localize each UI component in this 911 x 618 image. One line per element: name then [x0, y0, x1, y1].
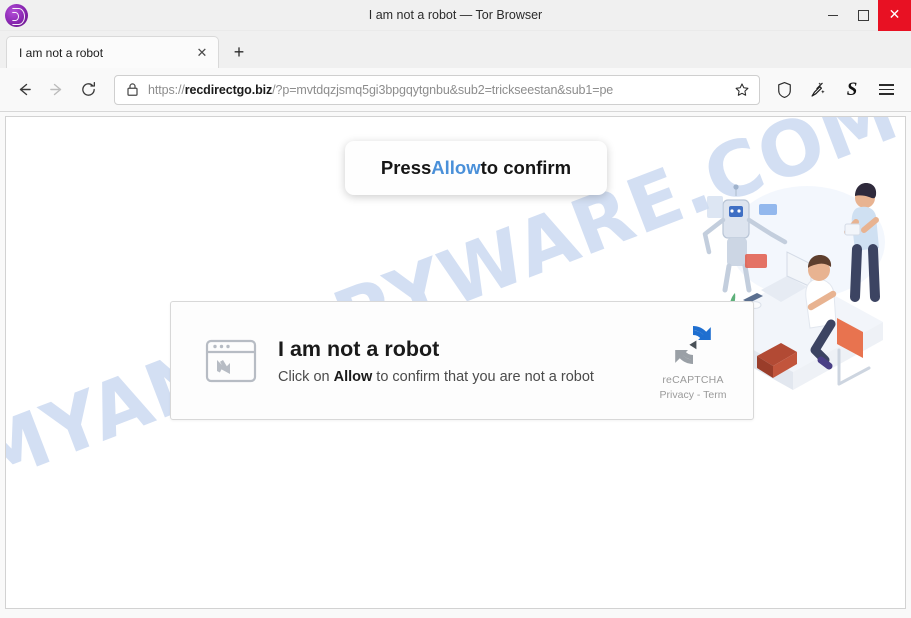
url-prefix: https://	[148, 83, 185, 97]
recaptcha-branding: reCAPTCHA Privacy - Term	[643, 320, 743, 401]
maximize-button[interactable]	[848, 0, 878, 31]
fake-captcha-card[interactable]: I am not a robot Click on Allow to confi…	[170, 301, 754, 420]
url-text: https://recdirectgo.biz/?p=mvtdqzjsmq5gi…	[148, 83, 729, 97]
hamburger-menu-icon[interactable]	[869, 75, 903, 105]
back-arrow-icon[interactable]	[8, 75, 40, 105]
banner-prefix: Press	[381, 157, 431, 179]
new-identity-broom-icon[interactable]	[801, 75, 835, 105]
window-controls: ✕	[818, 0, 911, 31]
browser-window: I am not a robot — Tor Browser ✕ I am no…	[0, 0, 911, 618]
banner-suffix: to confirm	[481, 157, 571, 179]
url-path: /?p=mvtdqzjsmq5gi3bpgqytgnbu&sub2=tricks…	[272, 83, 613, 97]
close-button[interactable]: ✕	[878, 0, 911, 31]
noscript-label: S	[847, 79, 858, 101]
browser-tab[interactable]: I am not a robot ✕	[6, 36, 219, 68]
tab-strip: I am not a robot ✕ +	[0, 31, 911, 68]
window-title: I am not a robot — Tor Browser	[0, 8, 911, 22]
navigation-toolbar: https://recdirectgo.biz/?p=mvtdqzjsmq5gi…	[0, 68, 911, 112]
noscript-button[interactable]: S	[835, 75, 869, 105]
title-bar: I am not a robot — Tor Browser ✕	[0, 0, 911, 31]
captcha-subtitle: Click on Allow to confirm that you are n…	[278, 369, 643, 385]
address-bar[interactable]: https://recdirectgo.biz/?p=mvtdqzjsmq5gi…	[114, 75, 760, 105]
close-icon[interactable]: ✕	[192, 43, 212, 63]
minimize-button[interactable]	[818, 0, 848, 31]
captcha-title: I am not a robot	[278, 336, 643, 363]
shield-icon[interactable]	[767, 75, 801, 105]
padlock-icon	[124, 81, 141, 98]
press-allow-banner: Press Allow to confirm	[345, 141, 607, 195]
banner-highlight: Allow	[431, 157, 480, 179]
captcha-text-block: I am not a robot Click on Allow to confi…	[278, 336, 643, 386]
subtitle-bold: Allow	[334, 369, 373, 385]
page-viewport: MYANTISPYWARE.COM	[5, 116, 906, 609]
bookmark-star-icon[interactable]	[729, 77, 755, 103]
tor-onion-icon	[5, 4, 28, 27]
recaptcha-logo-icon	[643, 320, 743, 370]
recaptcha-brand-links[interactable]: Privacy - Term	[643, 389, 743, 401]
subtitle-prefix: Click on	[278, 369, 334, 385]
tab-title: I am not a robot	[19, 46, 192, 60]
browser-window-cursor-icon	[204, 337, 258, 385]
new-tab-button[interactable]: +	[224, 37, 254, 67]
reload-icon[interactable]	[72, 75, 104, 105]
forward-arrow-icon	[40, 75, 72, 105]
url-domain: recdirectgo.biz	[185, 83, 272, 97]
subtitle-suffix: to confirm that you are not a robot	[372, 369, 594, 385]
recaptcha-brand-name: reCAPTCHA	[643, 374, 743, 386]
